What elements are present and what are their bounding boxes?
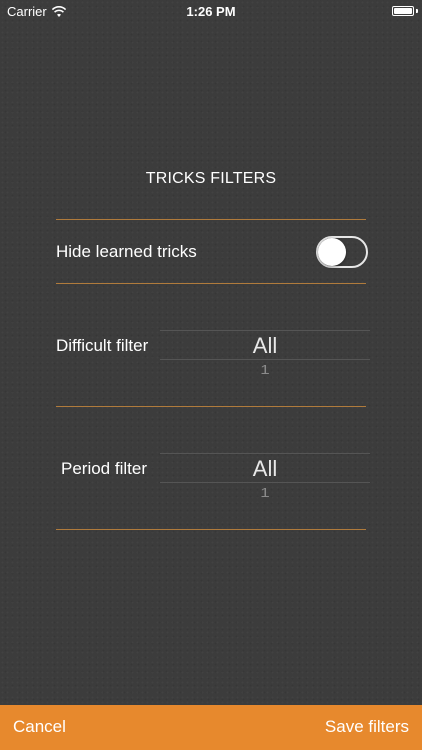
picker-next-value[interactable]: 1 xyxy=(160,363,370,378)
battery-fill xyxy=(394,8,412,14)
save-filters-button[interactable]: Save filters xyxy=(325,717,409,737)
picker-selected-value[interactable]: All xyxy=(160,333,370,359)
divider xyxy=(56,529,366,530)
picker-line xyxy=(160,330,370,331)
bottom-toolbar: Cancel Save filters xyxy=(0,705,422,750)
hide-learned-label: Hide learned tricks xyxy=(56,242,197,261)
status-time: 1:26 PM xyxy=(186,4,236,19)
difficult-filter-picker[interactable]: All 1 xyxy=(160,325,370,395)
period-filter-picker[interactable]: All 1 xyxy=(160,448,370,518)
cancel-button[interactable]: Cancel xyxy=(13,717,66,737)
picker-next-value[interactable]: 1 xyxy=(160,486,370,501)
period-filter-label: Period filter xyxy=(61,459,147,478)
picker-line xyxy=(160,482,370,483)
picker-line xyxy=(160,453,370,454)
hide-learned-toggle[interactable] xyxy=(316,236,368,268)
status-bar: Carrier 1:26 PM xyxy=(0,0,422,22)
picker-selected-value[interactable]: All xyxy=(160,456,370,482)
battery-tip xyxy=(416,9,418,13)
divider xyxy=(56,219,366,220)
divider xyxy=(56,283,366,284)
picker-line xyxy=(160,359,370,360)
battery-icon xyxy=(392,6,414,16)
divider xyxy=(56,406,366,407)
page-title: TRICKS FILTERS xyxy=(145,170,277,187)
toggle-knob xyxy=(318,238,346,266)
difficult-filter-label: Difficult filter xyxy=(56,336,149,355)
